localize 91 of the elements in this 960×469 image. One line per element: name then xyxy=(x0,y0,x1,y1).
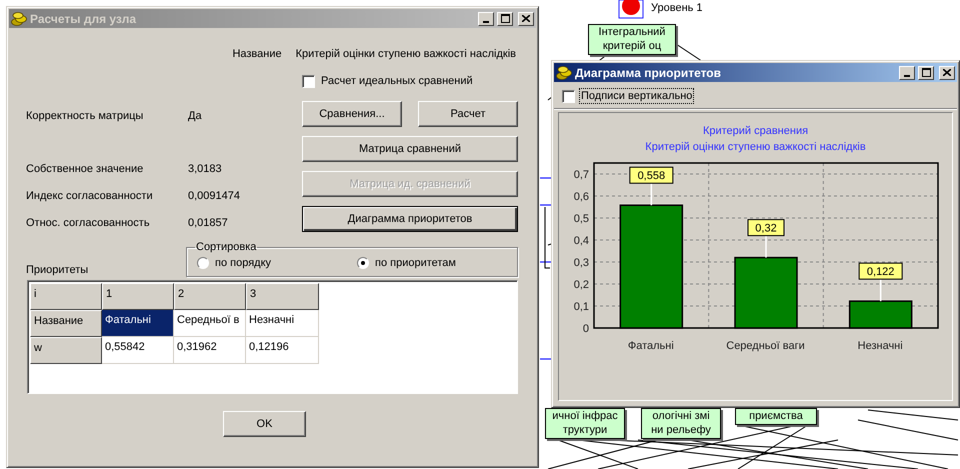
coins-icon xyxy=(11,10,27,26)
y-tick-label: 0,3 xyxy=(573,257,588,269)
checkbox-label: Расчет идеальных сравнений xyxy=(321,74,473,88)
maximize-icon xyxy=(500,14,510,23)
close-icon xyxy=(522,15,530,22)
chart-subtitle: Критерій оцінки ступеню важкості наслідків xyxy=(645,140,866,155)
diagram-node[interactable]: Інтегральний критерій оц xyxy=(588,24,676,55)
node-icon xyxy=(618,0,644,20)
table-cell[interactable]: Середньої в xyxy=(174,310,246,337)
minimize-button[interactable] xyxy=(899,66,915,80)
maximize-button[interactable] xyxy=(497,12,513,26)
node-text: ичної інфрас xyxy=(551,409,619,423)
maximize-icon xyxy=(922,68,930,77)
chart-title: Критерий сравнения xyxy=(702,124,808,139)
data-label: 0,122 xyxy=(866,266,894,278)
table-cell[interactable]: 0,31962 xyxy=(174,337,246,364)
y-tick-label: 0,6 xyxy=(573,191,588,203)
y-tick-label: 0,7 xyxy=(573,169,588,181)
stat-value: 0,01857 xyxy=(188,216,229,230)
table-cell[interactable]: 0,12196 xyxy=(246,337,319,364)
close-button[interactable] xyxy=(518,12,534,26)
checkbox[interactable] xyxy=(302,74,315,88)
table-cell[interactable]: 0,55842 xyxy=(102,337,174,364)
y-tick-label: 0 xyxy=(582,323,588,334)
leader-line xyxy=(650,183,652,206)
radio-button[interactable] xyxy=(197,257,209,269)
close-icon xyxy=(943,69,951,76)
stat-value: 3,0183 xyxy=(188,162,223,176)
close-button[interactable] xyxy=(939,66,955,80)
coins-icon xyxy=(556,64,572,80)
value-label: 0,558 xyxy=(628,166,673,184)
column-header: 2 xyxy=(174,283,246,310)
value-label: 0,32 xyxy=(747,219,784,236)
node-edge xyxy=(544,206,550,268)
connector-line xyxy=(540,204,552,206)
dialog-button[interactable]: Расчет xyxy=(418,101,518,127)
value-label: 0,122 xyxy=(858,262,902,280)
stat-label: Относ. согласованность xyxy=(26,216,151,230)
maximize-button[interactable] xyxy=(918,66,934,80)
category-label: Середньої ваги xyxy=(726,339,805,354)
node-text: Інтегральний xyxy=(598,25,666,39)
dialog-button[interactable]: Сравнения... xyxy=(302,101,402,127)
column-header: 3 xyxy=(246,283,319,310)
dialog-button[interactable]: Матрица сравнений xyxy=(302,136,518,162)
name-value: Критерій оцінки ступеню важкості наслідків xyxy=(296,47,516,61)
table-cell[interactable]: Фатальні xyxy=(102,310,174,337)
connector-line xyxy=(540,358,552,360)
window-title: Диаграмма приоритетов xyxy=(575,66,722,80)
stat-label: Собственное значение xyxy=(26,162,144,176)
diagram-node[interactable]: ичної інфрас труктури xyxy=(545,408,625,439)
node-text: критерій оц xyxy=(602,39,662,53)
stat-label: Корректность матрицы xyxy=(26,109,144,123)
minimize-icon xyxy=(904,74,910,76)
radio-button[interactable] xyxy=(357,257,369,269)
y-tick-label: 0,4 xyxy=(573,235,588,247)
column-header: 1 xyxy=(102,283,174,310)
row-header: Название xyxy=(30,310,102,337)
row-header: w xyxy=(30,337,102,364)
name-label: Название xyxy=(232,47,282,61)
minimize-button[interactable] xyxy=(478,12,494,26)
y-tick-label: 0,1 xyxy=(573,301,588,313)
stat-value: 0,0091474 xyxy=(188,189,241,203)
leader-line xyxy=(764,236,766,258)
node-text: труктури xyxy=(562,423,608,437)
node-text: ологічні змі xyxy=(651,409,711,423)
diagram-node[interactable]: ологічні змі ни рельефу xyxy=(641,408,721,439)
data-label: 0,558 xyxy=(637,170,665,182)
minimize-icon xyxy=(483,20,489,22)
checkbox[interactable] xyxy=(562,90,575,102)
node-text: приємства xyxy=(748,409,804,423)
group-title: Сортировка xyxy=(196,241,256,253)
node-text: ни рельефу xyxy=(650,423,712,437)
checkbox-label: Подписи вертикально xyxy=(579,88,694,104)
dialog-button[interactable]: Диаграмма приоритетов xyxy=(302,206,518,232)
level-label: Уровень 1 xyxy=(651,1,703,15)
y-tick-label: 0,2 xyxy=(573,279,588,291)
diagram-node[interactable]: приємства xyxy=(735,408,817,425)
column-header: i xyxy=(30,283,102,310)
category-label: Фатальні xyxy=(628,339,674,354)
category-label: Незначні xyxy=(858,339,903,354)
y-tick-label: 0,5 xyxy=(573,213,588,225)
radio-label: по порядку xyxy=(215,256,272,270)
stat-value: Да xyxy=(188,109,203,123)
priorities-label: Приоритеты xyxy=(26,263,88,277)
data-label: 0,32 xyxy=(754,222,776,235)
stat-label: Индекс согласованности xyxy=(26,189,154,203)
radio-label: по приоритетам xyxy=(375,256,456,270)
ok-button[interactable]: OK xyxy=(223,411,306,437)
leader-line xyxy=(879,279,881,302)
table-cell[interactable]: Незначні xyxy=(246,310,319,337)
window-title: Расчеты для узла xyxy=(30,12,138,26)
